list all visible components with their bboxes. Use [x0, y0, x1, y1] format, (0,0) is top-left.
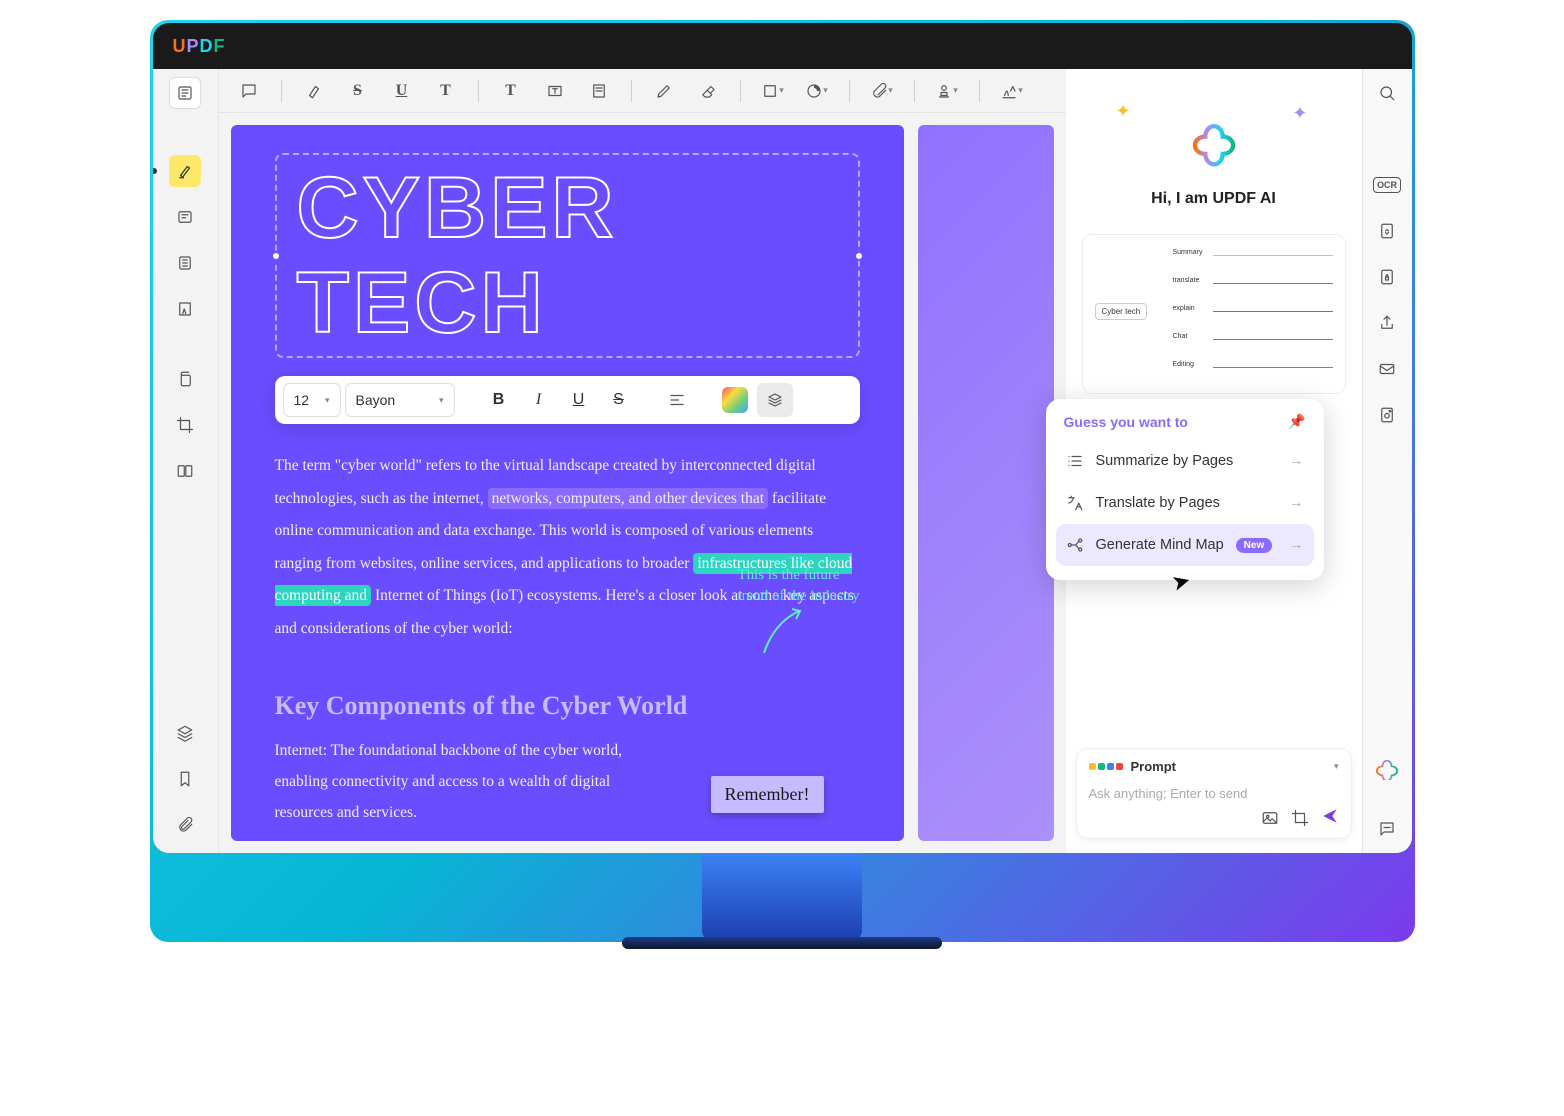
italic-button[interactable]: I	[521, 383, 557, 417]
left-sidebar	[153, 69, 219, 853]
ai-button[interactable]	[1373, 755, 1401, 783]
mindmap-preview[interactable]: Cyber tech Summary translate explain Cha…	[1082, 234, 1346, 394]
section-heading: Key Components of the Cyber World	[275, 691, 860, 721]
comment-icon[interactable]	[237, 79, 261, 103]
share-icon[interactable]	[1373, 309, 1401, 337]
highlight-text-icon[interactable]	[302, 79, 326, 103]
resize-handle-left[interactable]	[271, 251, 281, 261]
crop-tool[interactable]	[169, 409, 201, 441]
font-size-select[interactable]: 12▾	[283, 383, 341, 417]
textbox-icon[interactable]	[543, 79, 567, 103]
reader-tool[interactable]	[169, 77, 201, 109]
suggestion-popup: Guess you want to 📌 Summarize by Pages→ T…	[1046, 399, 1324, 580]
right-rail: OCR	[1362, 69, 1412, 853]
next-page-preview	[918, 125, 1054, 841]
title-selection[interactable]: CYBER TECH	[275, 153, 860, 358]
prompt-panel: Prompt ▾ Ask anything; Enter to send	[1076, 748, 1352, 839]
crop-prompt-icon[interactable]	[1291, 809, 1309, 827]
text-format-icon[interactable]: T	[499, 79, 523, 103]
arrow-annotation	[754, 603, 814, 663]
copy-tool[interactable]	[169, 363, 201, 395]
page-tool[interactable]	[169, 247, 201, 279]
layer-button[interactable]	[757, 383, 793, 417]
attach-file-icon[interactable]: ▾	[870, 79, 894, 103]
prompt-label: Prompt	[1131, 759, 1177, 774]
highlighter-tool[interactable]	[169, 155, 201, 187]
print-icon[interactable]	[1373, 401, 1401, 429]
cursor-icon: ➤	[1168, 567, 1193, 597]
bookmark-icon[interactable]	[169, 763, 201, 795]
ocr-button[interactable]: OCR	[1373, 171, 1401, 199]
ai-side-panel: ✦ ✦ Hi, I am UPDF AI Cyber tech Summary …	[1066, 69, 1362, 853]
text-icon[interactable]: T	[434, 79, 458, 103]
format-toolbar: S U T T ▾ ▾ ▾ ▾	[219, 69, 1066, 113]
email-icon[interactable]	[1373, 355, 1401, 383]
font-family-select[interactable]: Bayon▾	[345, 383, 455, 417]
document-title: CYBER TECH	[297, 161, 838, 350]
align-button[interactable]	[659, 383, 695, 417]
mindmap-icon	[1066, 536, 1084, 554]
highlight-purple: networks, computers, and other devices t…	[488, 488, 768, 509]
chat-icon[interactable]	[1373, 815, 1401, 843]
strikethrough-icon[interactable]: S	[346, 79, 370, 103]
list-icon	[1066, 452, 1084, 470]
send-button[interactable]	[1321, 807, 1339, 828]
document-page: CYBER TECH 12▾ Bayon▾ B I U S	[231, 125, 904, 841]
bold-button[interactable]: B	[481, 383, 517, 417]
shape-icon[interactable]: ▾	[761, 79, 785, 103]
prompt-dots-icon	[1089, 763, 1123, 770]
suggest-title: Guess you want to	[1064, 414, 1188, 430]
image-icon[interactable]	[1261, 809, 1279, 827]
translate-icon	[1066, 494, 1084, 512]
prompt-input[interactable]: Ask anything; Enter to send	[1089, 786, 1339, 801]
handwritten-annotation: This is the future trend of the industry	[737, 565, 859, 607]
font-toolbar: 12▾ Bayon▾ B I U S	[275, 376, 860, 424]
search-icon[interactable]	[1373, 79, 1401, 107]
pin-icon[interactable]: 📌	[1288, 413, 1305, 430]
underline-icon[interactable]: U	[390, 79, 414, 103]
font-name-value: Bayon	[356, 392, 396, 408]
suggest-mindmap[interactable]: Generate Mind Map New →	[1056, 524, 1314, 566]
sticker-icon[interactable]: ▾	[805, 79, 829, 103]
compress-icon[interactable]	[1373, 217, 1401, 245]
text-color-button[interactable]	[717, 383, 753, 417]
font-size-value: 12	[294, 392, 310, 408]
pencil-icon[interactable]	[652, 79, 676, 103]
resize-handle-right[interactable]	[854, 251, 864, 261]
signature-icon[interactable]: ▾	[1000, 79, 1024, 103]
ai-greeting: Hi, I am UPDF AI	[1086, 190, 1342, 208]
compare-tool[interactable]	[169, 455, 201, 487]
attachment-icon[interactable]	[169, 809, 201, 841]
note-icon[interactable]	[587, 79, 611, 103]
protect-icon[interactable]	[1373, 263, 1401, 291]
new-badge: New	[1236, 538, 1273, 553]
suggest-translate[interactable]: Translate by Pages→	[1056, 482, 1314, 524]
section-body: Internet: The foundational backbone of t…	[275, 735, 665, 828]
app-logo: UPDF	[173, 36, 226, 57]
suggest-summarize[interactable]: Summarize by Pages→	[1056, 440, 1314, 482]
underline-button[interactable]: U	[561, 383, 597, 417]
edit-text-tool[interactable]	[169, 201, 201, 233]
stamp-icon[interactable]: ▾	[935, 79, 959, 103]
layers-icon[interactable]	[169, 717, 201, 749]
ai-logo-icon	[1188, 121, 1240, 173]
sticky-note[interactable]: Remember!	[711, 776, 824, 813]
eraser-icon[interactable]	[696, 79, 720, 103]
strike-button[interactable]: S	[601, 383, 637, 417]
title-bar: UPDF	[153, 23, 1412, 69]
monitor-stand	[702, 853, 862, 939]
mindmap-root: Cyber tech	[1095, 303, 1148, 320]
fill-sign-tool[interactable]	[169, 293, 201, 325]
